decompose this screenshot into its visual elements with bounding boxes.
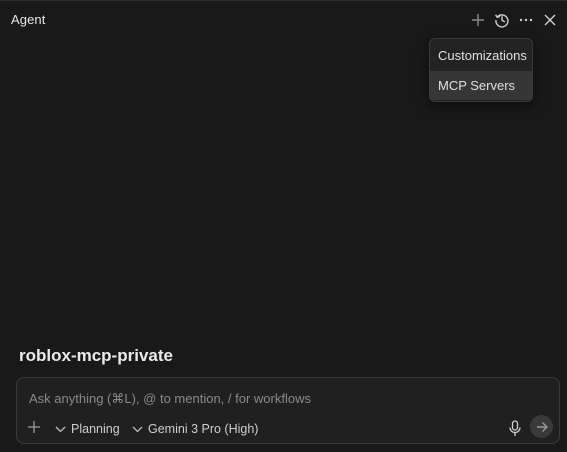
microphone-icon [509,419,521,436]
mode-dropdown[interactable]: Planning [55,420,120,438]
add-context-button[interactable] [27,420,43,436]
model-dropdown[interactable]: Gemini 3 Pro (High) [132,420,258,438]
prompt-input[interactable] [29,388,529,408]
menu-item-customizations[interactable]: Customizations [430,41,532,70]
model-label: Gemini 3 Pro (High) [148,422,259,436]
agent-panel: Agent Customizations MCP Servers roblox-… [0,0,567,452]
arrow-right-icon [536,421,548,432]
mode-label: Planning [71,422,120,436]
more-menu: Customizations MCP Servers [429,38,533,102]
more-icon[interactable] [516,10,536,30]
prompt-composer: Planning Gemini 3 Pro (High) [16,377,560,444]
workspace-name: roblox-mcp-private [19,346,173,365]
menu-item-mcp-servers[interactable]: MCP Servers [430,71,532,100]
plus-icon [28,421,40,433]
chevron-down-icon [132,426,143,432]
panel-title: Agent [11,12,46,27]
microphone-button[interactable] [506,418,524,438]
plus-icon[interactable] [468,10,488,30]
history-icon[interactable] [492,10,512,30]
composer-toolbar: Planning Gemini 3 Pro (High) [17,415,559,440]
send-button[interactable] [530,415,553,438]
panel-header: Agent [0,1,567,39]
chevron-down-icon [55,426,66,432]
close-icon[interactable] [540,10,560,30]
